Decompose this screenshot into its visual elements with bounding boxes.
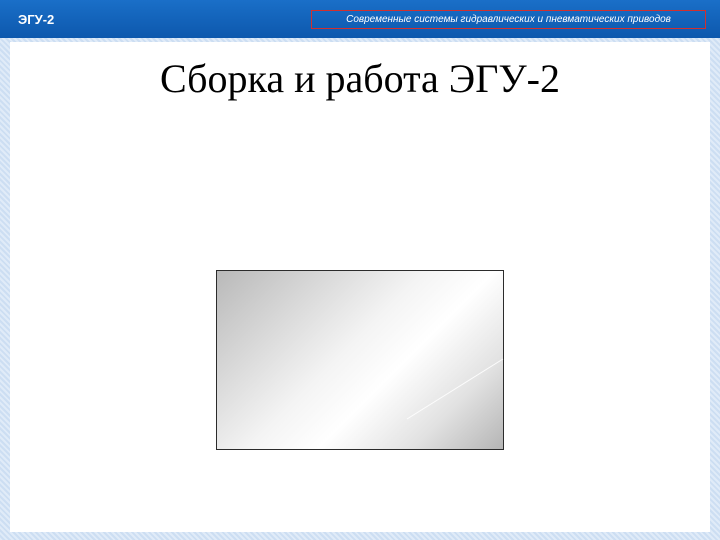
slide-label: ЭГУ-2 xyxy=(18,12,55,27)
page-title: Сборка и работа ЭГУ-2 xyxy=(160,56,560,101)
course-title: Современные системы гидравлических и пне… xyxy=(311,10,706,29)
slide: ЭГУ-2 Современные системы гидравлических… xyxy=(0,0,720,540)
image-highlight xyxy=(406,358,504,420)
header-bar: ЭГУ-2 Современные системы гидравлических… xyxy=(0,0,720,38)
image-placeholder xyxy=(216,270,504,450)
